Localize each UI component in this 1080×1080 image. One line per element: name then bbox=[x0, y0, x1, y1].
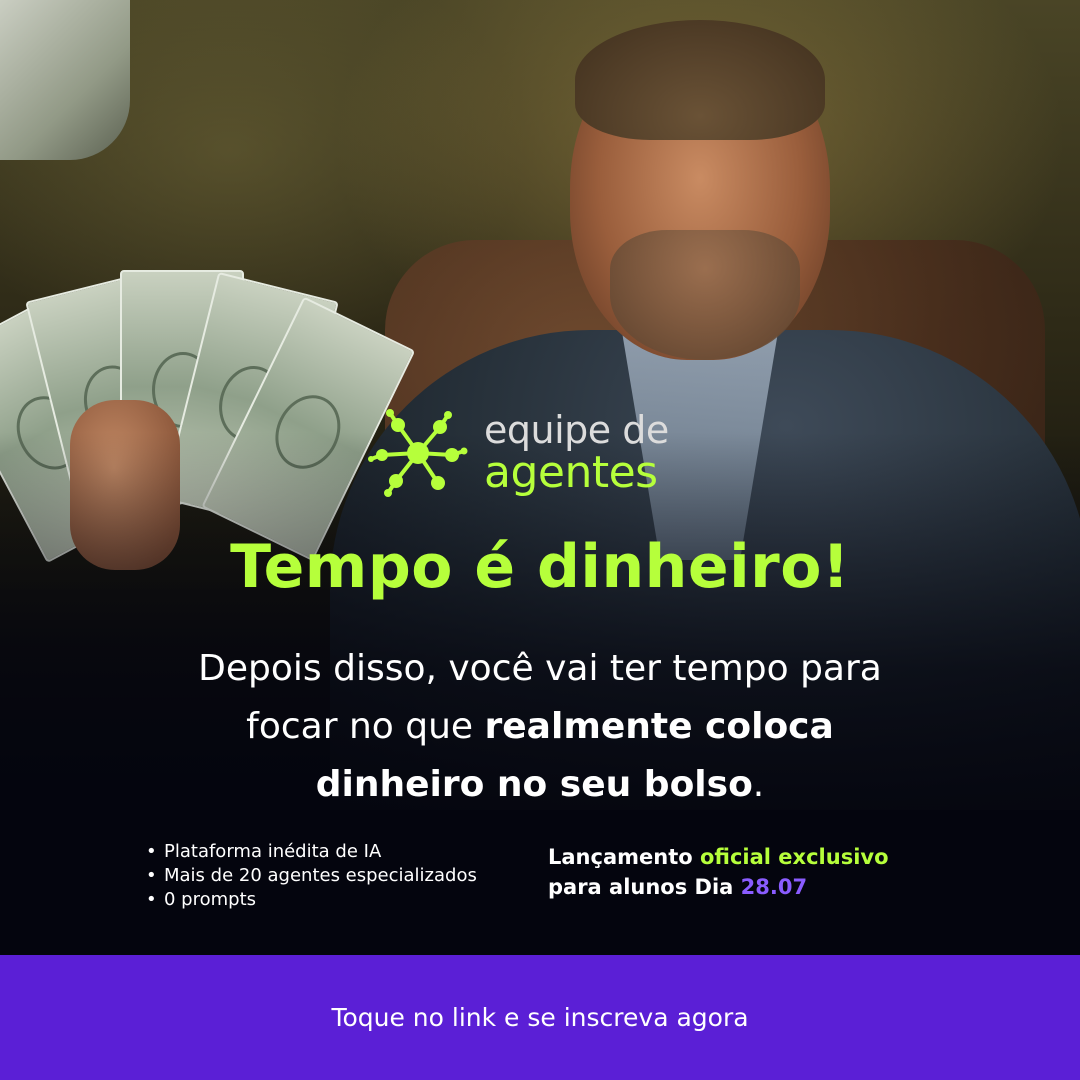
launch-date: 28.07 bbox=[740, 875, 808, 899]
launch-info: Lançamento oficial exclusivo para alunos… bbox=[548, 842, 968, 902]
ad-canvas: equipe de agentes Tempo é dinheiro! Depo… bbox=[0, 0, 1080, 1080]
cta-bar[interactable]: Toque no link e se inscreva agora bbox=[0, 955, 1080, 1080]
brand-line-1: equipe de bbox=[484, 408, 669, 452]
body-line-2-regular: focar no que bbox=[246, 706, 485, 747]
body-line-3-bold: dinheiro no seu bolso bbox=[315, 764, 753, 805]
feature-item: Mais de 20 agentes especializados bbox=[146, 864, 477, 888]
body-line-2-bold: realmente coloca bbox=[484, 706, 834, 747]
brand-line-2: agentes bbox=[484, 447, 658, 498]
launch-text-2: para alunos Dia bbox=[548, 875, 741, 899]
brand-logo: equipe de agentes bbox=[368, 405, 669, 501]
body-copy: Depois disso, você vai ter tempo para fo… bbox=[90, 640, 990, 814]
brand-wordmark: equipe de agentes bbox=[484, 411, 669, 495]
feature-item: Plataforma inédita de IA bbox=[146, 840, 477, 864]
feature-item: 0 prompts bbox=[146, 888, 477, 912]
launch-highlight: oficial exclusivo bbox=[699, 845, 889, 869]
feature-list: Plataforma inédita de IA Mais de 20 agen… bbox=[146, 840, 477, 912]
body-line-1: Depois disso, você vai ter tempo para bbox=[198, 648, 882, 689]
launch-text-1: Lançamento bbox=[548, 845, 700, 869]
molecule-network-icon bbox=[368, 409, 468, 497]
headline: Tempo é dinheiro! bbox=[230, 532, 850, 602]
cta-label[interactable]: Toque no link e se inscreva agora bbox=[331, 1003, 748, 1032]
body-line-3-end: . bbox=[752, 764, 765, 805]
